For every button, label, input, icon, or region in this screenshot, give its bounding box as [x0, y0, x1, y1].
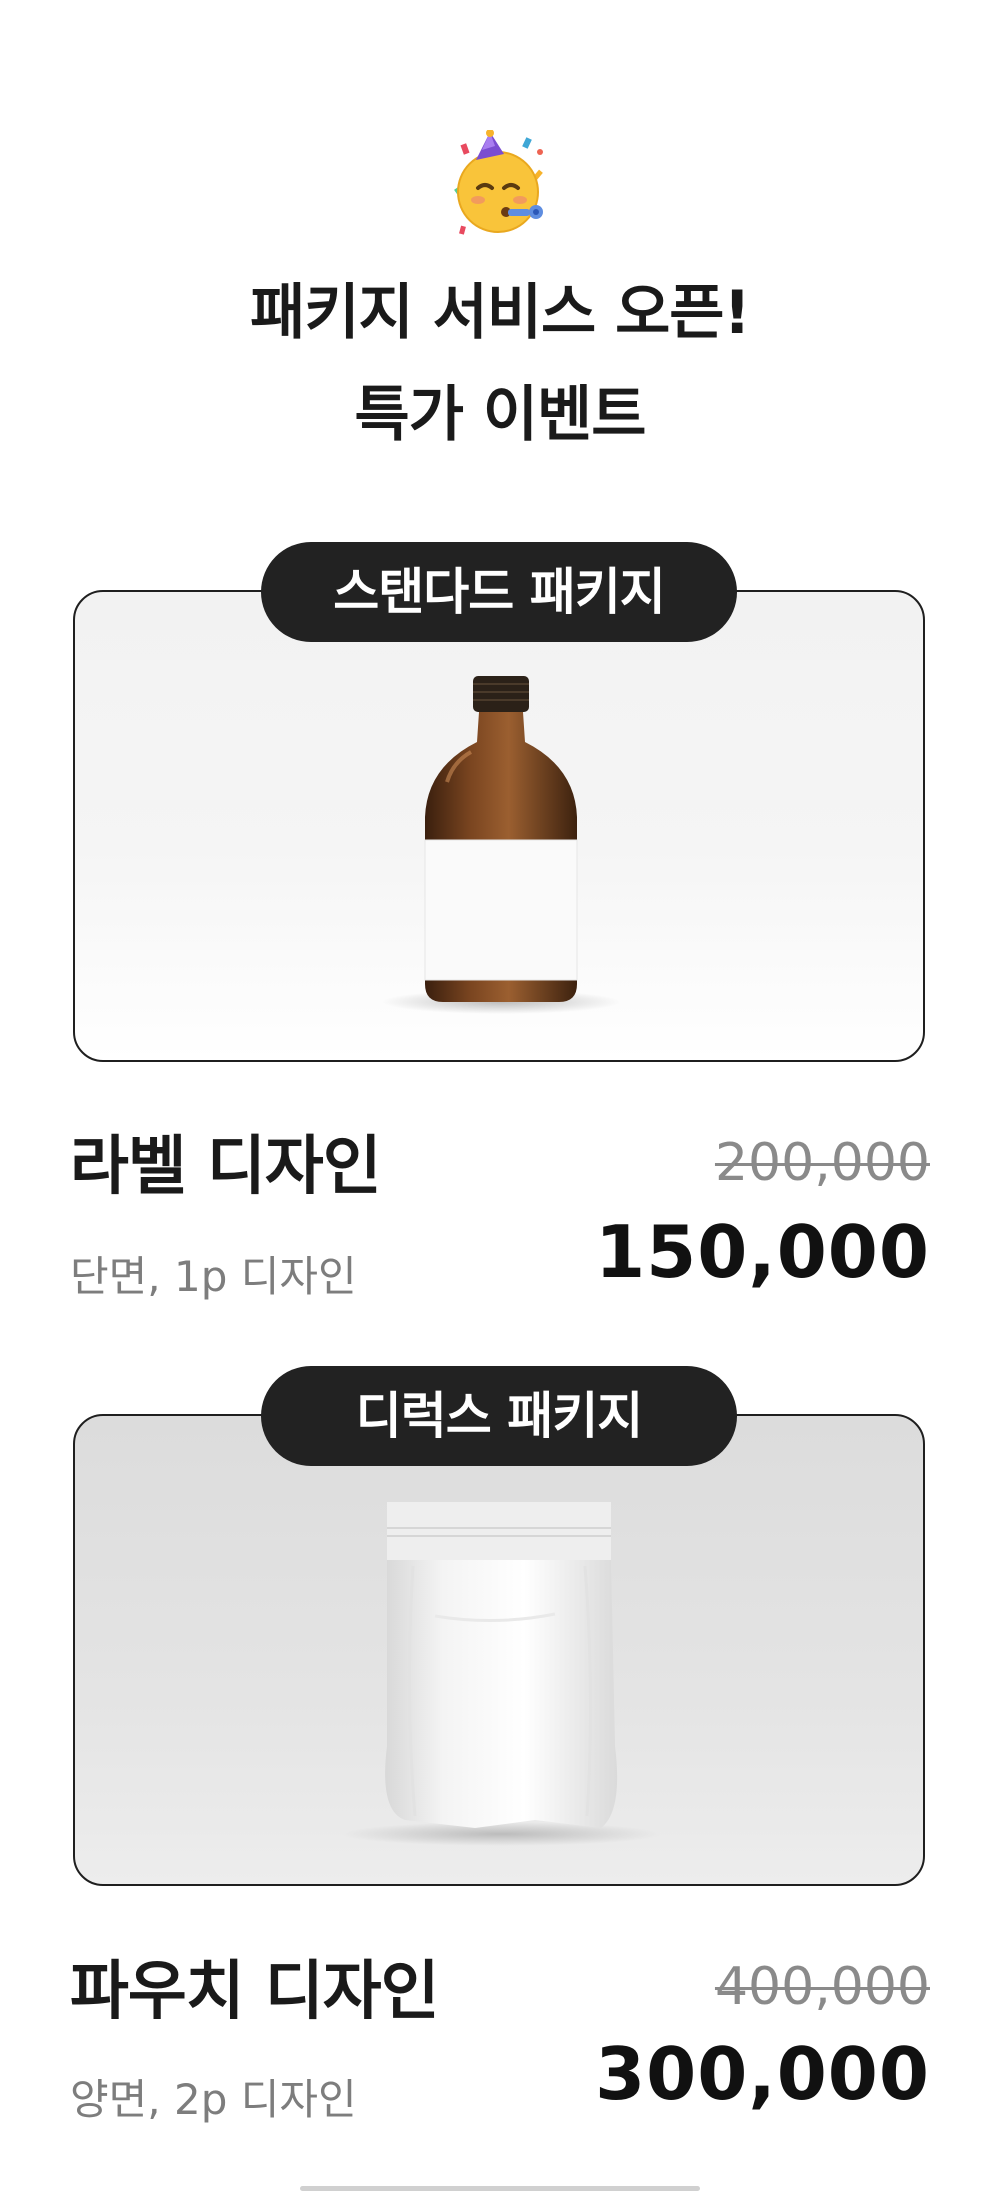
home-indicator [300, 2186, 700, 2191]
title-line-1: 패키지 서비스 오픈! [250, 278, 751, 348]
partying-face-icon [450, 129, 550, 240]
deluxe-package-card[interactable] [73, 1414, 925, 1886]
sale-price: 300,000 [595, 2032, 930, 2116]
product-title: 파우치 디자인 [70, 1955, 440, 2029]
sale-price: 150,000 [595, 1210, 930, 1294]
deluxe-package-badge: 디럭스 패키지 [261, 1366, 737, 1466]
amber-bottle-illustration [381, 676, 621, 1014]
original-price: 400,000 [714, 1957, 930, 2017]
original-price: 200,000 [714, 1133, 930, 1193]
standard-package-card[interactable] [73, 590, 925, 1062]
white-pouch-illustration [341, 1502, 661, 1846]
standard-package-badge: 스탠다드 패키지 [261, 542, 737, 642]
product-subtitle: 양면, 2p 디자인 [70, 2075, 357, 2124]
title-line-2: 특가 이벤트 [354, 380, 647, 450]
page-title: 패키지 서비스 오픈! 특가 이벤트 [0, 262, 1000, 466]
product-subtitle: 단면, 1p 디자인 [70, 1252, 357, 1301]
product-title: 라벨 디자인 [70, 1130, 382, 1204]
